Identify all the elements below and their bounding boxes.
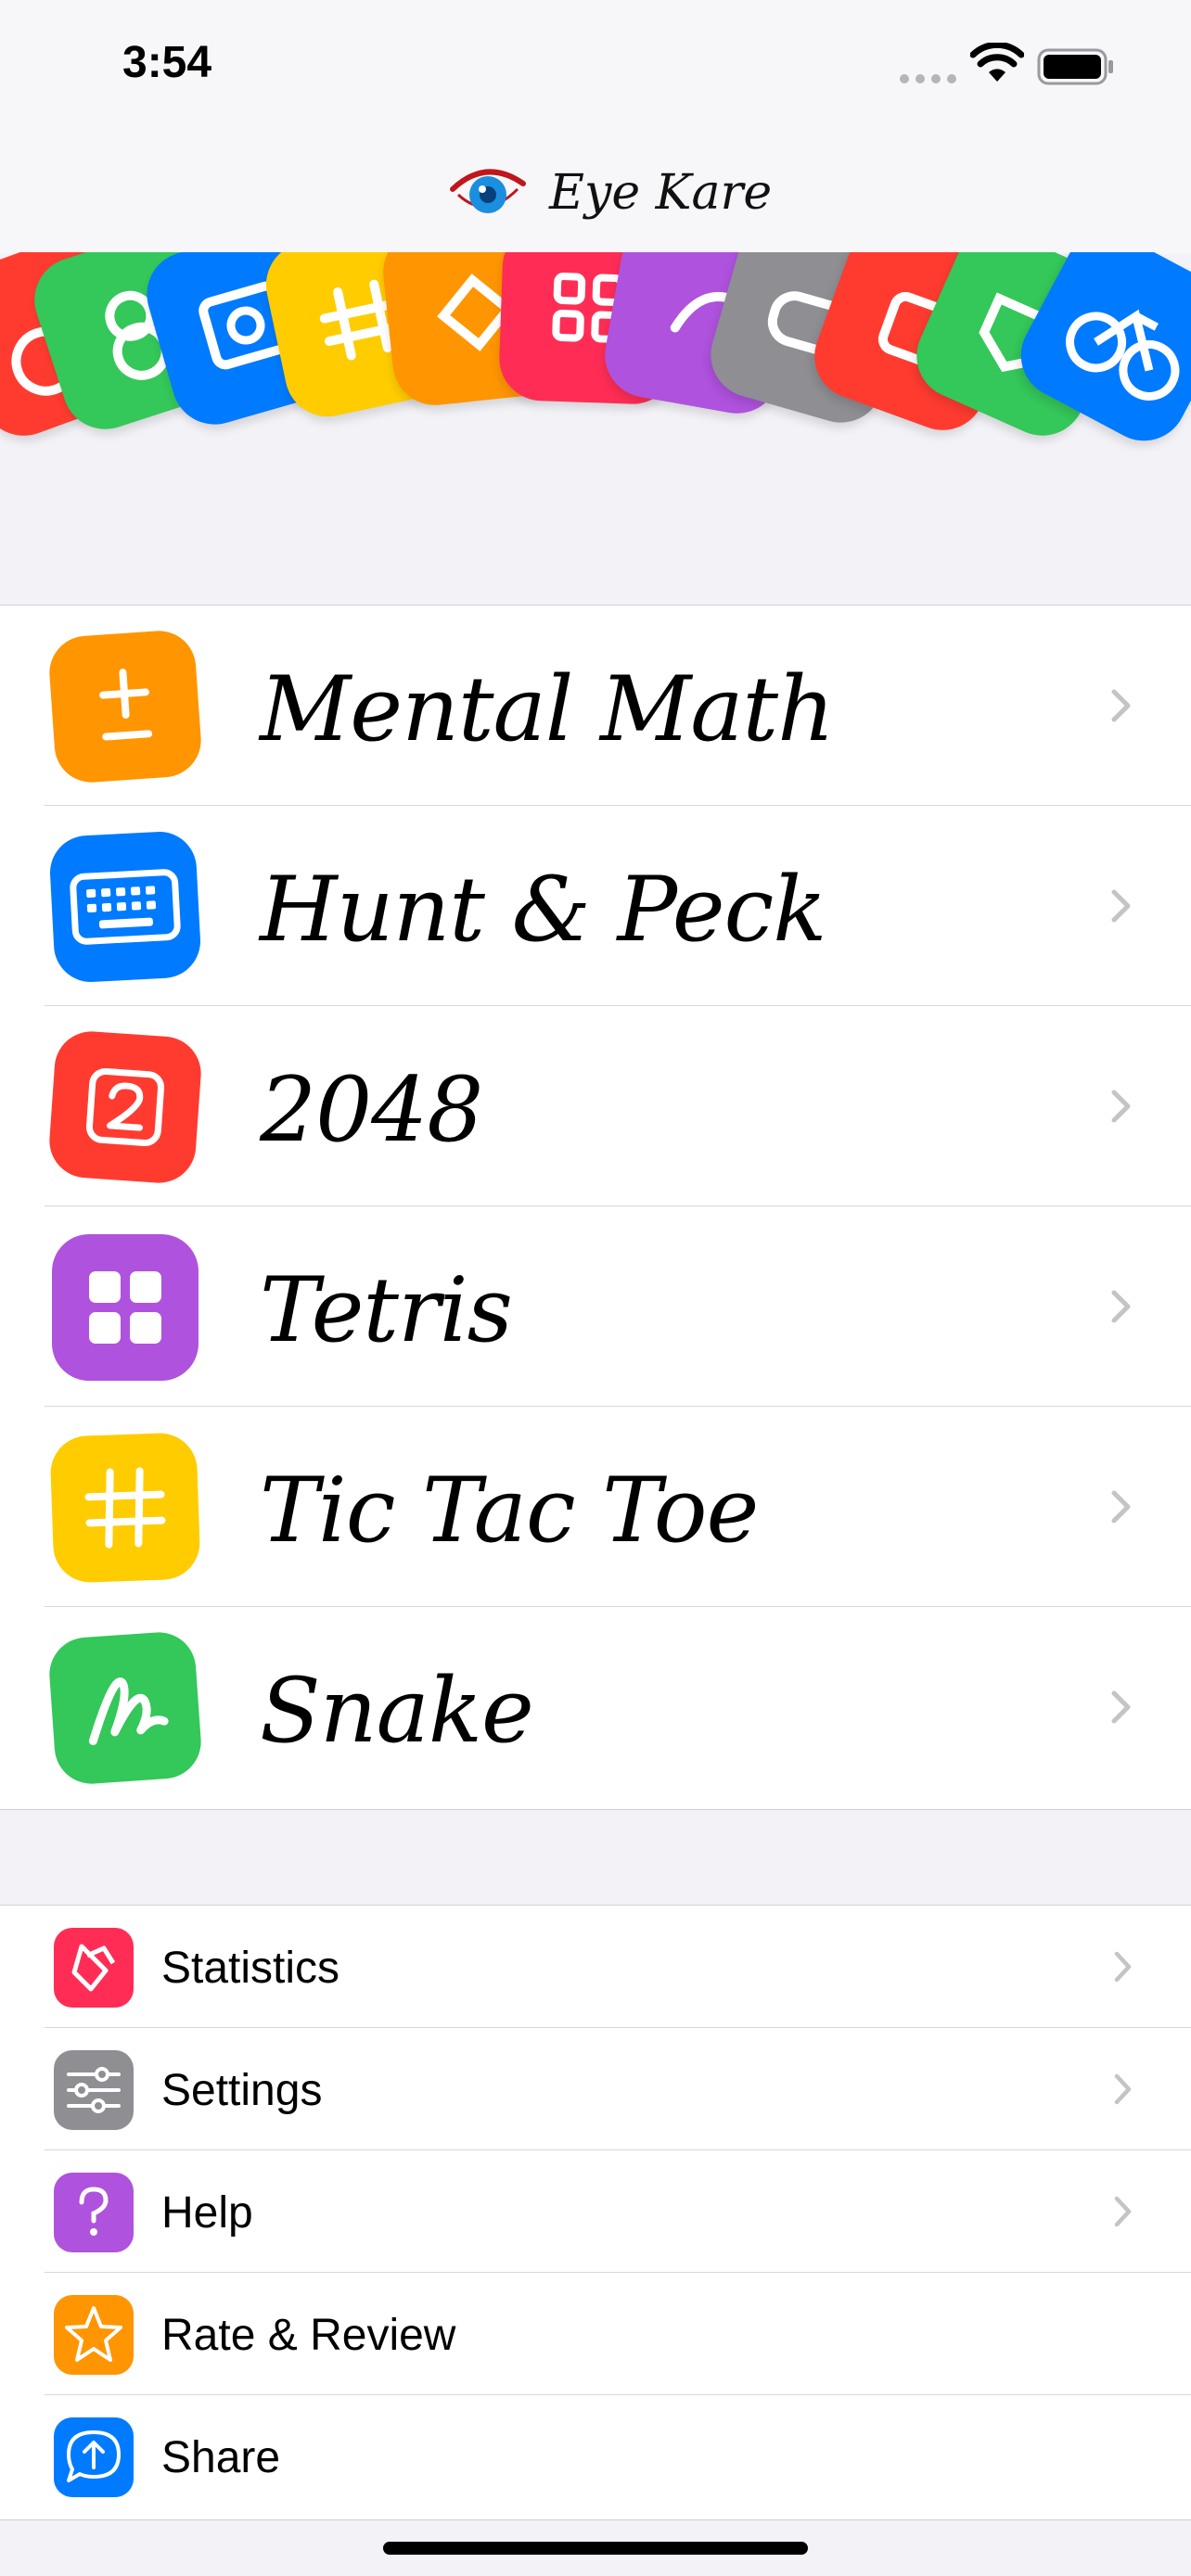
wifi-icon — [970, 43, 1024, 82]
chevron-right-icon — [1114, 2073, 1132, 2105]
menu-row-share[interactable]: Share — [0, 2395, 1191, 2518]
home-indicator[interactable] — [383, 2542, 808, 2555]
menu-list: Statistics Settings Help Rate & Review S… — [0, 1905, 1191, 2520]
grid-squares-icon — [52, 1234, 198, 1381]
game-row-tetris[interactable]: Tetris — [0, 1206, 1191, 1407]
chevron-right-icon — [1111, 689, 1131, 722]
star-icon — [54, 2295, 134, 2375]
game-row-hunt-and-peck[interactable]: Hunt & Peck — [0, 806, 1191, 1006]
eye-logo-icon — [450, 169, 526, 213]
chevron-right-icon — [1114, 2196, 1132, 2227]
plus-minus-icon — [46, 628, 204, 785]
game-row-tic-tac-toe[interactable]: Tic Tac Toe — [0, 1407, 1191, 1607]
status-bar: 3:54 — [0, 0, 1191, 130]
menu-label: Rate & Review — [161, 2311, 456, 2360]
menu-label: Share — [161, 2433, 281, 2482]
chevron-right-icon — [1111, 1290, 1131, 1323]
battery-icon — [1037, 48, 1113, 85]
chevron-right-icon — [1111, 1690, 1131, 1724]
chevron-right-icon — [1111, 889, 1131, 923]
status-time: 3:54 — [122, 38, 212, 87]
menu-row-statistics[interactable]: Statistics — [0, 1906, 1191, 2028]
stats-icon — [54, 1928, 134, 2008]
question-mark-icon — [54, 2173, 134, 2252]
navigation-bar: Eye Kare — [0, 130, 1191, 254]
menu-label: Help — [161, 2188, 253, 2238]
game-row-2048[interactable]: 2048 — [0, 1006, 1191, 1206]
scribble-icon — [46, 1629, 204, 1787]
game-label: Snake — [260, 1659, 534, 1763]
game-label: Tetris — [260, 1258, 513, 1362]
icon-banner — [0, 252, 1191, 475]
game-label: Tic Tac Toe — [260, 1459, 759, 1562]
hash-grid-icon — [49, 1432, 201, 1584]
share-bubble-icon — [54, 2417, 134, 2497]
chevron-right-icon — [1114, 1951, 1132, 1983]
keyboard-icon — [47, 829, 203, 985]
number-2-square-icon — [46, 1028, 204, 1186]
cellular-signal-icon — [900, 74, 957, 83]
game-label: Hunt & Peck — [260, 858, 826, 962]
chevron-right-icon — [1111, 1490, 1131, 1524]
game-row-snake[interactable]: Snake — [0, 1607, 1191, 1807]
sliders-icon — [54, 2050, 134, 2130]
app-title: Eye Kare — [549, 165, 773, 221]
menu-label: Settings — [161, 2066, 323, 2115]
game-row-mental-math[interactable]: Mental Math — [0, 606, 1191, 806]
menu-row-settings[interactable]: Settings — [0, 2028, 1191, 2150]
menu-row-rate-review[interactable]: Rate & Review — [0, 2273, 1191, 2395]
game-label: Mental Math — [260, 657, 835, 761]
chevron-right-icon — [1111, 1090, 1131, 1123]
games-list: Mental Math Hunt & Peck 2048 Tetris Tic … — [0, 605, 1191, 1810]
menu-row-help[interactable]: Help — [0, 2150, 1191, 2273]
nav-title: Eye Kare — [449, 159, 772, 234]
game-label: 2048 — [260, 1058, 483, 1162]
menu-label: Statistics — [161, 1944, 340, 1993]
